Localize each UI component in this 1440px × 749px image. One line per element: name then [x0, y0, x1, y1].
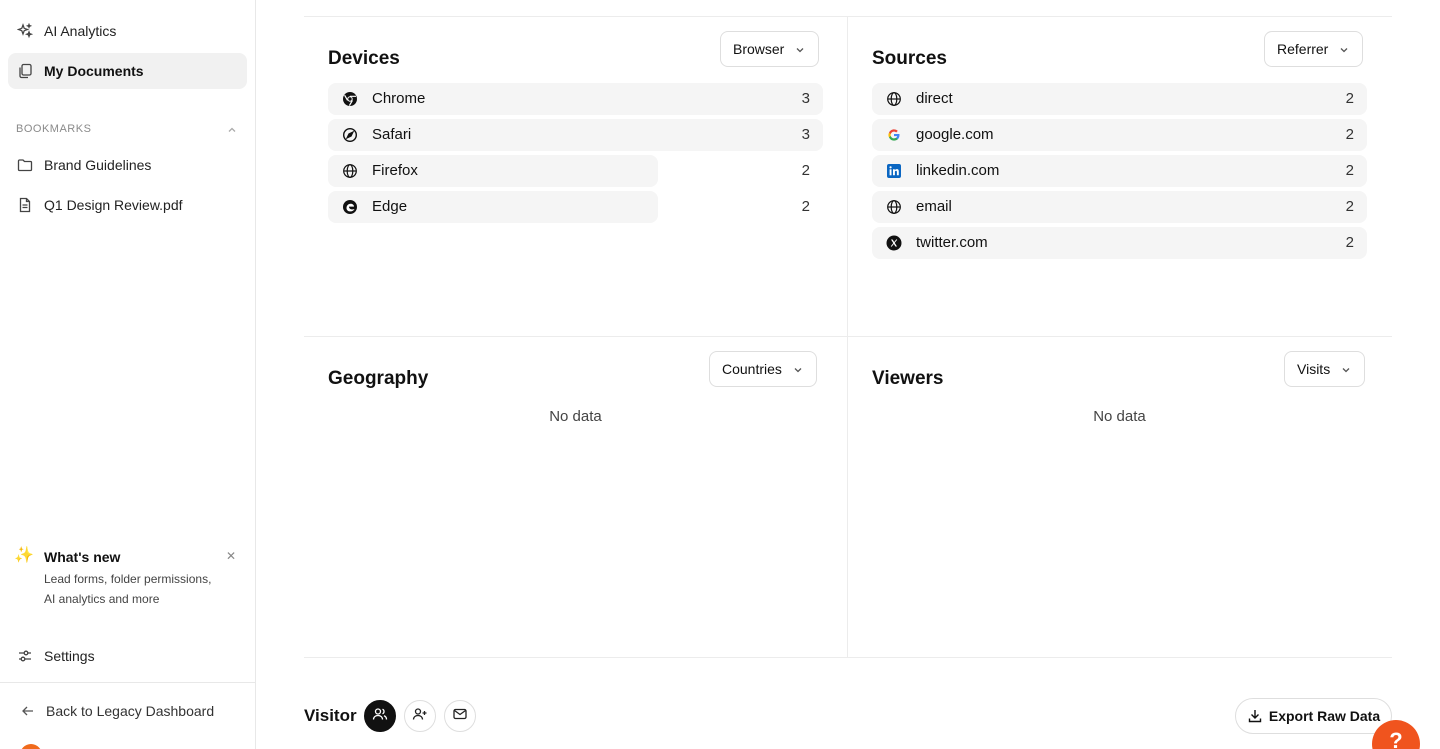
chevron-down-icon: [1340, 363, 1352, 375]
nav-label: My Documents: [44, 63, 144, 79]
whats-new-description: Lead forms, folder permissions, AI analy…: [44, 572, 212, 606]
close-icon[interactable]: ✕: [224, 549, 238, 563]
list-item[interactable]: Edge 2: [328, 191, 823, 223]
globe-icon: [885, 198, 903, 216]
divider-top: [304, 16, 1392, 17]
sparkles-icon: [16, 22, 34, 40]
sparkle-icon: ✨: [14, 547, 34, 564]
sidebar-divider: [0, 682, 255, 683]
divider-bottom: [304, 657, 1392, 658]
row-label: direct: [916, 90, 953, 107]
list-item[interactable]: google.com 2: [872, 119, 1367, 151]
row-count: 2: [1345, 126, 1354, 143]
edge-icon: [341, 198, 359, 216]
empty-state: No data: [549, 408, 602, 425]
row-count: 3: [801, 90, 810, 107]
divider-middle: [304, 336, 1392, 337]
globe-icon: [885, 90, 903, 108]
row-label: Chrome: [372, 90, 426, 107]
list-item[interactable]: Firefox 2: [328, 155, 823, 187]
dropdown-value: Browser: [733, 41, 785, 57]
row-count: 2: [1345, 90, 1354, 107]
row-label: Firefox: [372, 162, 418, 179]
chevron-down-icon: [1338, 43, 1350, 55]
user-plus-icon: [412, 706, 428, 727]
bookmark-brand-guidelines[interactable]: Brand Guidelines: [8, 147, 247, 183]
geography-title: Geography: [328, 368, 429, 389]
sliders-icon: [16, 647, 34, 665]
bookmark-label: Brand Guidelines: [44, 157, 152, 173]
sources-list: direct 2 google.com 2 linkedin.com 2 ema…: [872, 83, 1367, 263]
email-button[interactable]: [444, 700, 476, 732]
mail-icon: [452, 706, 468, 727]
row-label: twitter.com: [916, 234, 988, 251]
viewers-dropdown[interactable]: Visits: [1284, 351, 1366, 387]
nav-item-settings[interactable]: Settings: [8, 638, 247, 674]
row-count: 2: [1345, 162, 1354, 179]
google-icon: [885, 126, 903, 144]
list-item[interactable]: direct 2: [872, 83, 1367, 115]
bookmark-q1-design-review[interactable]: Q1 Design Review.pdf: [8, 187, 247, 223]
geography-dropdown[interactable]: Countries: [709, 351, 817, 387]
list-item[interactable]: Chrome 3: [328, 83, 823, 115]
empty-state: No data: [1093, 408, 1146, 425]
export-label: Export Raw Data: [1268, 708, 1381, 724]
file-icon: [16, 196, 34, 214]
dropdown-value: Countries: [722, 361, 782, 377]
add-user-button[interactable]: [404, 700, 436, 732]
download-icon: [1247, 708, 1263, 724]
export-raw-data-button[interactable]: Export Raw Data: [1235, 698, 1392, 734]
back-to-legacy-link[interactable]: Back to Legacy Dashboard: [20, 703, 214, 719]
safari-icon: [341, 126, 359, 144]
row-label: Safari: [372, 126, 412, 143]
row-count: 3: [801, 126, 810, 143]
whats-new-title: What's new: [44, 549, 121, 565]
sidebar: AI Analytics My Documents BOOKMARKS Bran…: [0, 0, 256, 749]
users-icon: [372, 706, 388, 727]
linkedin-icon: [885, 162, 903, 180]
row-label: email: [916, 198, 952, 215]
row-label: google.com: [916, 126, 994, 143]
nav-item-my-documents[interactable]: My Documents: [8, 53, 247, 89]
analytics-panels: Devices Browser Chrome 3 Safari 3 Firefo…: [304, 0, 1392, 749]
viewers-title: Viewers: [872, 368, 944, 389]
devices-list: Chrome 3 Safari 3 Firefox 2 Edge 2: [328, 83, 823, 227]
bookmarks-heading: BOOKMARKS: [16, 123, 92, 135]
devices-dropdown[interactable]: Browser: [720, 31, 820, 67]
settings-label: Settings: [44, 648, 95, 664]
avatar[interactable]: [20, 744, 42, 749]
help-label: ?: [1389, 728, 1403, 749]
list-item[interactable]: email 2: [872, 191, 1367, 223]
dropdown-value: Referrer: [1277, 41, 1329, 57]
dropdown-value: Visits: [1297, 361, 1331, 377]
list-item[interactable]: twitter.com 2: [872, 227, 1367, 259]
list-item[interactable]: linkedin.com 2: [872, 155, 1367, 187]
visitor-title: Visitor: [304, 706, 357, 725]
folder-icon: [16, 156, 34, 174]
sources-title: Sources: [872, 48, 947, 69]
nav-item-ai-analytics[interactable]: AI Analytics: [8, 13, 247, 49]
globe-icon: [341, 162, 359, 180]
bookmark-label: Q1 Design Review.pdf: [44, 197, 183, 213]
devices-title: Devices: [328, 48, 400, 69]
row-label: Edge: [372, 198, 408, 215]
sources-dropdown[interactable]: Referrer: [1264, 31, 1364, 67]
documents-icon: [16, 62, 34, 80]
x-icon: [885, 234, 903, 252]
row-count: 2: [801, 198, 810, 215]
chevron-down-icon: [794, 43, 806, 55]
row-count: 2: [1345, 198, 1354, 215]
chrome-icon: [341, 90, 359, 108]
back-label: Back to Legacy Dashboard: [46, 703, 215, 719]
row-count: 2: [1345, 234, 1354, 251]
nav-label: AI Analytics: [44, 23, 117, 39]
row-label: linkedin.com: [916, 162, 1000, 179]
row-count: 2: [801, 162, 810, 179]
chevron-down-icon: [792, 363, 804, 375]
arrow-left-icon: [20, 703, 36, 719]
visitors-button[interactable]: [364, 700, 396, 732]
list-item[interactable]: Safari 3: [328, 119, 823, 151]
chevron-up-icon[interactable]: [226, 123, 238, 135]
